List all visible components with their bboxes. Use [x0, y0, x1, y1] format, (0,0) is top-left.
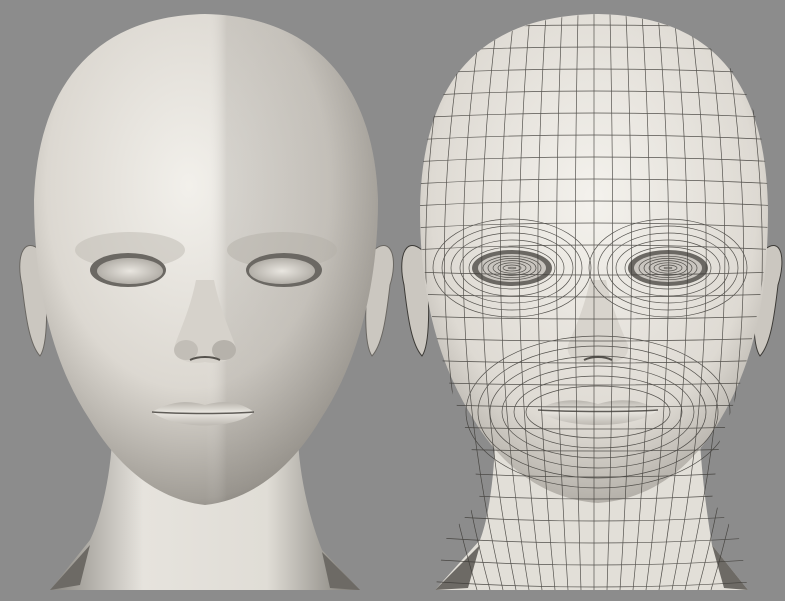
render-canvas: [19, 14, 783, 590]
smooth-shaded-head: [19, 14, 394, 590]
right-eye-socket: [246, 253, 322, 287]
left-eye-socket: [90, 253, 166, 287]
render-viewport: [0, 0, 785, 601]
wireframe-shaded-head: [401, 14, 783, 590]
